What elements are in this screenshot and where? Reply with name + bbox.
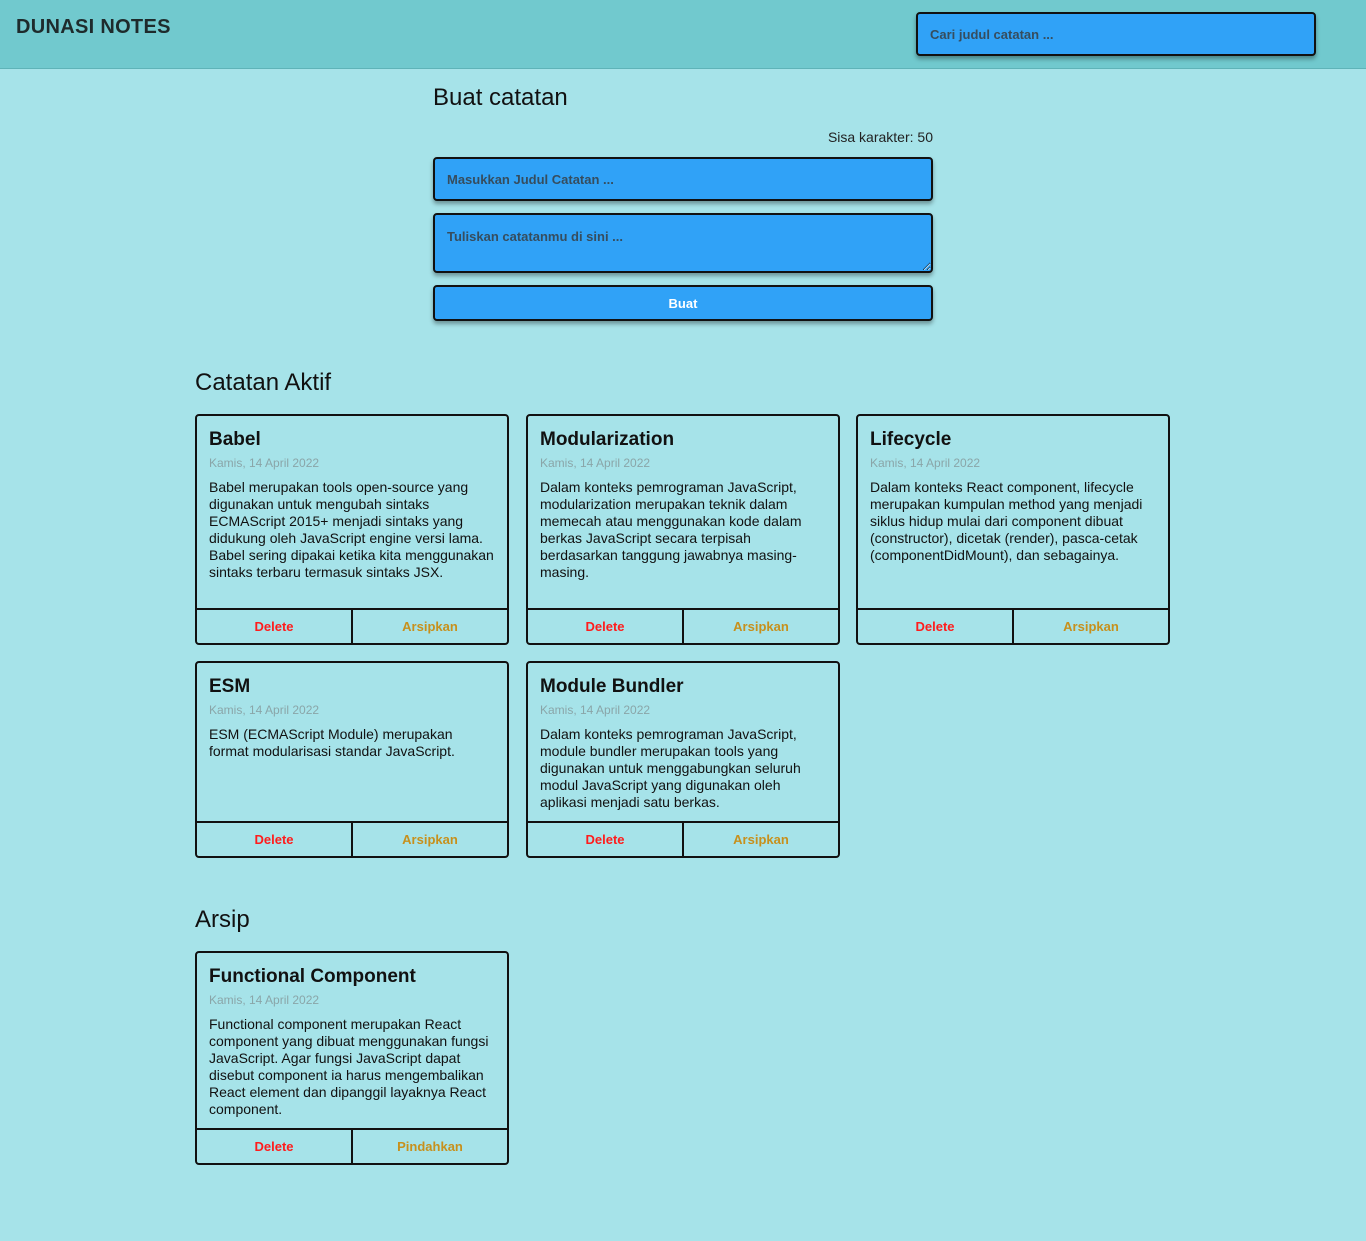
note-card: Lifecycle Kamis, 14 April 2022 Dalam kon… [856, 414, 1170, 645]
note-body: Dalam konteks pemrograman JavaScript, mo… [540, 726, 801, 810]
note-actions: Delete Arsipkan [197, 821, 507, 856]
unarchive-button[interactable]: Pindahkan [351, 1130, 507, 1163]
note-title: ESM [209, 676, 251, 697]
note-date: Kamis, 14 April 2022 [209, 993, 320, 1007]
note-actions: Delete Pindahkan [197, 1128, 507, 1163]
note-date: Kamis, 14 April 2022 [540, 456, 651, 470]
note-date: Kamis, 14 April 2022 [209, 456, 320, 470]
note-body: ESM (ECMAScript Module) merupakan format… [209, 726, 455, 759]
note-card: Module Bundler Kamis, 14 April 2022 Dala… [526, 661, 840, 858]
search-input[interactable] [916, 12, 1316, 56]
delete-button[interactable]: Delete [858, 610, 1012, 643]
delete-button[interactable]: Delete [528, 610, 682, 643]
note-card: ESM Kamis, 14 April 2022 ESM (ECMAScript… [195, 661, 509, 858]
note-card: Modularization Kamis, 14 April 2022 Dala… [526, 414, 840, 645]
note-card: Babel Kamis, 14 April 2022 Babel merupak… [195, 414, 509, 645]
archive-button[interactable]: Arsipkan [351, 823, 507, 856]
note-body: Functional component merupakan React com… [209, 1016, 489, 1117]
note-body: Dalam konteks pemrograman JavaScript, mo… [540, 479, 802, 580]
note-card: Functional Component Kamis, 14 April 202… [195, 951, 509, 1165]
note-date: Kamis, 14 April 2022 [870, 456, 981, 470]
note-actions: Delete Arsipkan [528, 821, 838, 856]
active-notes-heading: Catatan Aktif [195, 369, 332, 396]
note-body: Babel merupakan tools open-source yang d… [209, 479, 494, 580]
app-header: DUNASI NOTES [0, 0, 1366, 69]
note-body-input[interactable] [433, 213, 933, 273]
app-title: DUNASI NOTES [16, 16, 171, 38]
note-actions: Delete Arsipkan [197, 608, 507, 643]
create-note-button[interactable]: Buat [433, 285, 933, 321]
note-body: Dalam konteks React component, lifecycle… [870, 479, 1143, 563]
note-title: Functional Component [209, 966, 416, 987]
delete-button[interactable]: Delete [528, 823, 682, 856]
char-counter: Sisa karakter: 50 [827, 129, 933, 145]
archive-button[interactable]: Arsipkan [682, 823, 838, 856]
note-title: Babel [209, 429, 261, 450]
note-title: Module Bundler [540, 676, 684, 697]
create-note-heading: Buat catatan [433, 84, 568, 111]
archive-button[interactable]: Arsipkan [351, 610, 507, 643]
note-actions: Delete Arsipkan [528, 608, 838, 643]
note-title-input[interactable] [433, 157, 933, 201]
delete-button[interactable]: Delete [197, 610, 351, 643]
archive-button[interactable]: Arsipkan [682, 610, 838, 643]
note-actions: Delete Arsipkan [858, 608, 1168, 643]
note-date: Kamis, 14 April 2022 [540, 703, 651, 717]
note-title: Modularization [540, 429, 675, 450]
archive-heading: Arsip [195, 906, 250, 933]
delete-button[interactable]: Delete [197, 823, 351, 856]
delete-button[interactable]: Delete [197, 1130, 351, 1163]
note-title: Lifecycle [870, 429, 952, 450]
note-date: Kamis, 14 April 2022 [209, 703, 320, 717]
archive-button[interactable]: Arsipkan [1012, 610, 1168, 643]
